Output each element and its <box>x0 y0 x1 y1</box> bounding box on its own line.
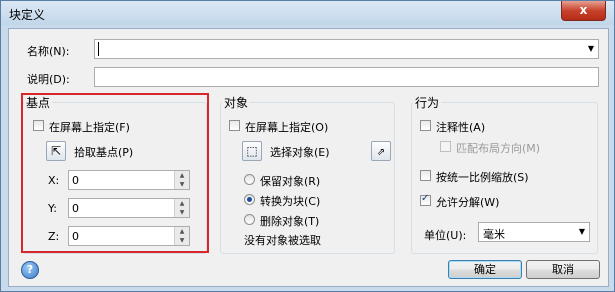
delete-objects-label: 删除对象(T) <box>260 215 320 228</box>
delete-objects-radio[interactable] <box>244 214 255 225</box>
convert-to-block-radio[interactable] <box>244 194 255 205</box>
behavior-group: 行为 注释性(A) 匹配布局方向(M) 按统一比例缩放(S) 允许分解(W) 单… <box>411 94 598 254</box>
unit-label: 单位(U): <box>424 229 467 242</box>
highlight-box <box>21 93 209 253</box>
retain-objects-label: 保留对象(R) <box>260 175 321 188</box>
title-bar: 块定义 x <box>1 1 614 25</box>
match-orientation-checkbox[interactable] <box>440 141 451 152</box>
description-input[interactable] <box>94 67 599 87</box>
retain-objects-radio[interactable] <box>244 174 255 185</box>
cancel-button[interactable]: 取消 <box>526 260 600 279</box>
ok-button[interactable]: 确定 <box>448 260 522 279</box>
dropdown-arrow-icon[interactable]: ▼ <box>588 44 594 53</box>
dialog-body: 名称(N): ▼ 说明(D): 基点 在屏幕上指定(F) ⇱ 拾取基点(P) X… <box>8 28 609 287</box>
selection-status: 没有对象被选取 <box>244 234 321 247</box>
select-objects-icon: ⬚ <box>246 144 258 158</box>
allow-explode-checkbox[interactable] <box>420 193 431 206</box>
text-caret <box>98 42 99 56</box>
select-objects-label[interactable]: 选择对象(E) <box>270 144 330 160</box>
annotative-label: 注释性(A) <box>436 121 486 134</box>
objects-specify-checkbox[interactable] <box>229 120 240 131</box>
allow-explode-label: 允许分解(W) <box>436 196 500 209</box>
scale-uniformly-label: 按统一比例缩放(S) <box>436 171 529 184</box>
convert-to-block-label: 转换为块(C) <box>260 195 321 208</box>
unit-value: 毫米 <box>483 228 505 241</box>
window-title: 块定义 <box>9 8 46 22</box>
match-orientation-label: 匹配布局方向(M) <box>456 142 541 155</box>
select-objects-button[interactable]: ⬚ <box>242 141 262 161</box>
unit-select[interactable]: 毫米 ▼ <box>478 222 590 242</box>
annotative-checkbox[interactable] <box>420 120 431 131</box>
scale-uniformly-checkbox[interactable] <box>420 170 431 181</box>
help-icon[interactable]: ? <box>21 261 39 279</box>
behavior-group-label: 行为 <box>413 94 442 111</box>
dropdown-arrow-icon[interactable]: ▼ <box>579 227 585 236</box>
objects-group: 对象 在屏幕上指定(O) ⬚ 选择对象(E) ⇗ 保留对象(R) 转换为块(C)… <box>220 94 395 254</box>
objects-group-label: 对象 <box>222 94 251 111</box>
name-label: 名称(N): <box>27 45 70 58</box>
quick-select-icon: ⇗ <box>376 147 386 158</box>
block-definition-dialog: 块定义 x 名称(N): ▼ 说明(D): 基点 在屏幕上指定(F) ⇱ 拾取基… <box>0 0 615 292</box>
objects-specify-label: 在屏幕上指定(O) <box>245 121 329 134</box>
quick-select-button[interactable]: ⇗ <box>371 141 391 161</box>
name-combobox[interactable]: ▼ <box>94 39 599 59</box>
description-label: 说明(D): <box>27 73 70 86</box>
close-button[interactable]: x <box>561 1 606 21</box>
